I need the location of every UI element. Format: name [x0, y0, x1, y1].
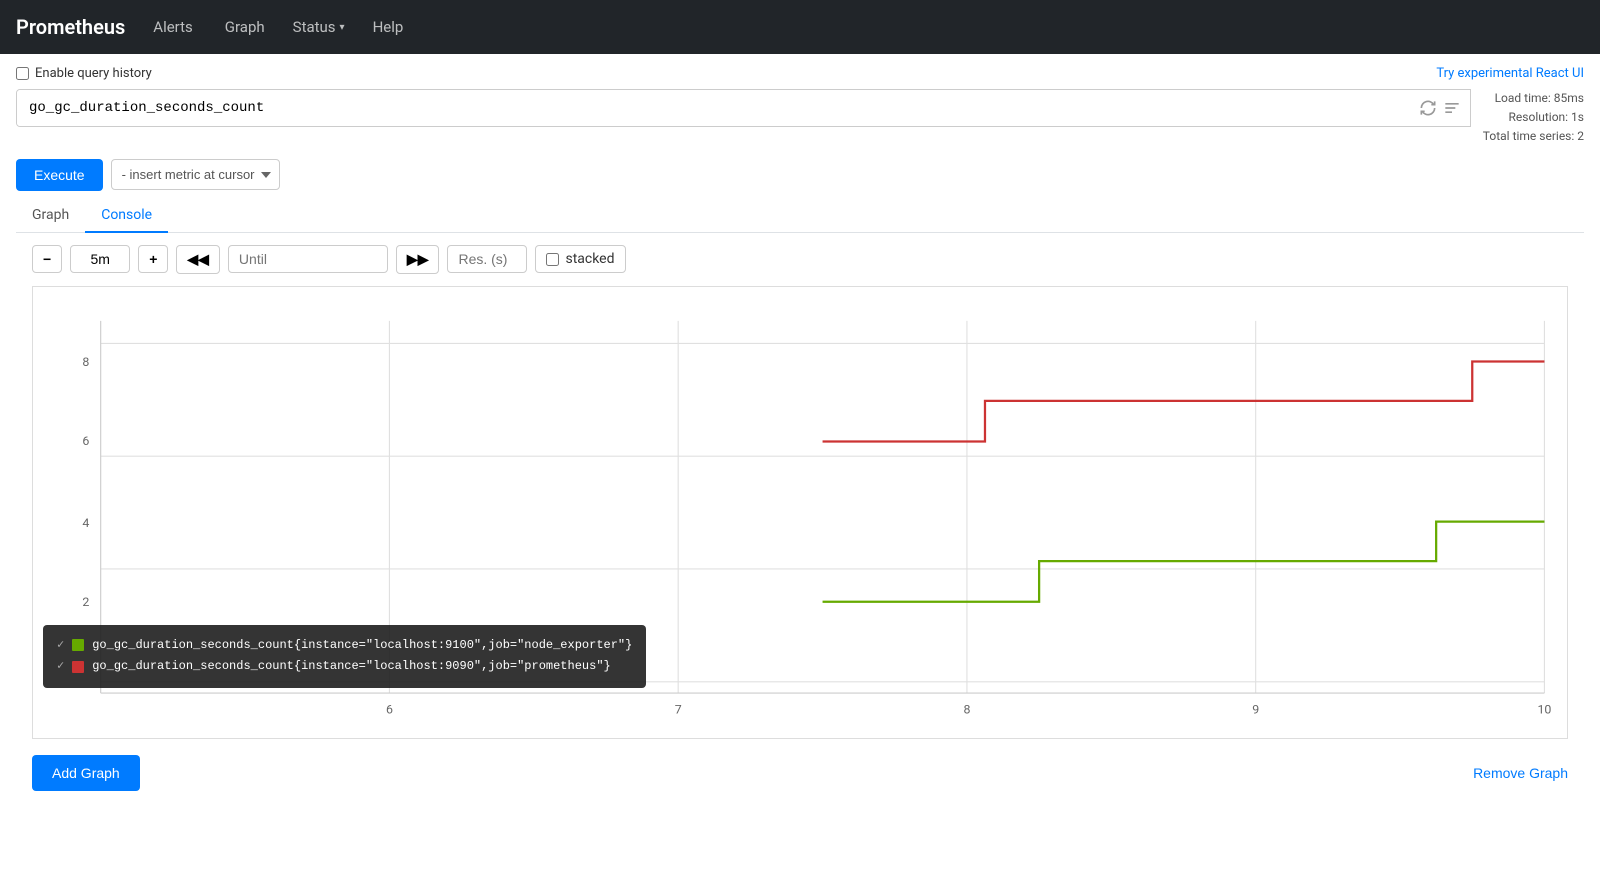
series-node-exporter: [823, 521, 1545, 601]
brand-logo[interactable]: Prometheus: [16, 15, 125, 39]
zoom-out-button[interactable]: −: [32, 245, 62, 273]
legend-swatch-green: [72, 639, 84, 651]
graph-controls: − + ◀◀ ▶▶ stacked: [32, 245, 1584, 274]
execute-button[interactable]: Execute: [16, 159, 103, 191]
zoom-in-button[interactable]: +: [138, 245, 168, 273]
tabs: Graph Console: [16, 199, 1584, 233]
x-label-10: 10: [1537, 702, 1551, 717]
stacked-checkbox[interactable]: [546, 253, 559, 266]
lines-icon: [1442, 98, 1462, 118]
legend-box: ✓ go_gc_duration_seconds_count{instance=…: [43, 625, 646, 688]
series-prometheus: [823, 361, 1545, 441]
footer-row: Add Graph Remove Graph: [16, 739, 1584, 791]
navbar: Prometheus Alerts Graph Status ▾ Help: [0, 0, 1600, 54]
x-label-6: 6: [386, 702, 393, 717]
legend-item-node-exporter: ✓ go_gc_duration_seconds_count{instance=…: [57, 635, 632, 657]
legend-label-node-exporter: go_gc_duration_seconds_count{instance="l…: [92, 635, 632, 657]
query-icons: [1418, 98, 1470, 118]
res-input[interactable]: [447, 245, 527, 273]
remove-graph-button[interactable]: Remove Graph: [1473, 765, 1568, 781]
info-stats: Load time: 85ms Resolution: 1s Total tim…: [1483, 89, 1584, 147]
nav-help[interactable]: Help: [369, 12, 408, 42]
chart-container: 8 6 4 2 6 7 8 9 10 ✓ go_gc_duration_seco…: [32, 286, 1568, 739]
legend-check-1: ✓: [57, 635, 64, 657]
nav-graph[interactable]: Graph: [221, 12, 269, 42]
nav-status-label: Status: [293, 18, 336, 36]
y-label-8: 8: [82, 355, 89, 370]
tab-graph[interactable]: Graph: [16, 199, 85, 233]
duration-input[interactable]: [70, 245, 130, 273]
add-graph-button[interactable]: Add Graph: [32, 755, 140, 791]
react-ui-link[interactable]: Try experimental React UI: [1436, 66, 1584, 81]
x-label-7: 7: [675, 702, 682, 717]
main-content: Enable query history Try experimental Re…: [0, 54, 1600, 803]
forward-button[interactable]: ▶▶: [396, 245, 440, 274]
tab-console[interactable]: Console: [85, 199, 168, 233]
y-label-6: 6: [82, 433, 89, 448]
refresh-icon[interactable]: [1418, 98, 1438, 118]
back-button[interactable]: ◀◀: [176, 245, 220, 274]
stacked-label[interactable]: stacked: [535, 245, 625, 273]
legend-check-2: ✓: [57, 656, 64, 678]
nav-status-dropdown[interactable]: Status ▾: [293, 18, 345, 36]
query-input[interactable]: [17, 90, 1418, 126]
enable-query-history-label[interactable]: Enable query history: [16, 66, 152, 81]
legend-item-prometheus: ✓ go_gc_duration_seconds_count{instance=…: [57, 656, 632, 678]
legend-label-prometheus: go_gc_duration_seconds_count{instance="l…: [92, 656, 610, 678]
legend-swatch-red: [72, 661, 84, 673]
nav-alerts[interactable]: Alerts: [149, 12, 197, 42]
x-label-8: 8: [963, 702, 970, 717]
buttons-row: Execute - insert metric at cursor: [16, 159, 1584, 191]
chevron-down-icon: ▾: [340, 22, 345, 33]
enable-query-history-checkbox[interactable]: [16, 67, 29, 80]
query-input-wrapper: [16, 89, 1471, 127]
top-bar: Enable query history Try experimental Re…: [16, 66, 1584, 81]
y-label-2: 2: [82, 595, 89, 610]
y-label-4: 4: [82, 516, 89, 531]
metric-insert-select[interactable]: - insert metric at cursor: [111, 159, 280, 190]
x-label-9: 9: [1252, 702, 1259, 717]
until-input[interactable]: [228, 245, 388, 273]
